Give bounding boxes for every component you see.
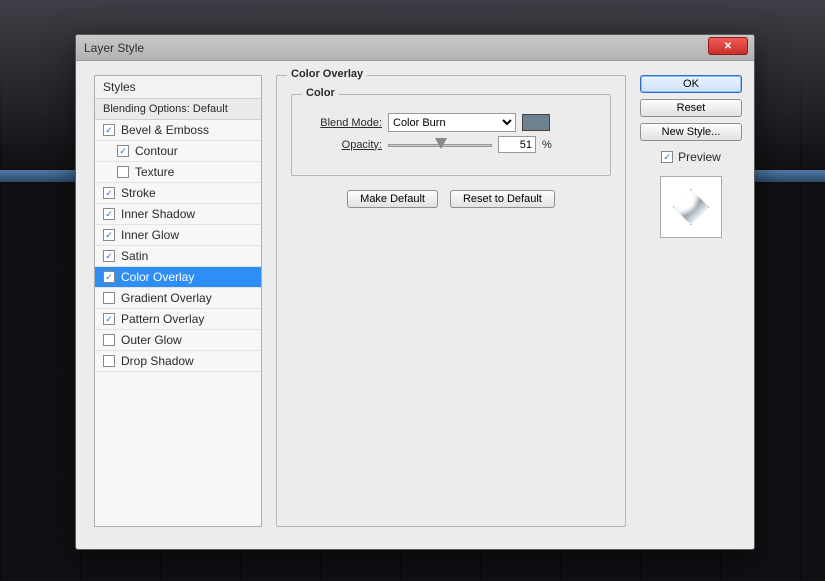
style-item-satin[interactable]: Satin bbox=[95, 246, 261, 267]
style-checkbox[interactable] bbox=[117, 145, 129, 157]
style-item-gradient-overlay[interactable]: Gradient Overlay bbox=[95, 288, 261, 309]
style-checkbox[interactable] bbox=[103, 250, 115, 262]
window-title: Layer Style bbox=[84, 41, 144, 55]
opacity-slider[interactable] bbox=[388, 137, 492, 153]
style-item-pattern-overlay[interactable]: Pattern Overlay bbox=[95, 309, 261, 330]
styles-header[interactable]: Styles bbox=[95, 76, 261, 99]
blend-mode-label: Blend Mode: bbox=[306, 117, 382, 129]
style-item-label: Texture bbox=[135, 165, 174, 179]
opacity-label: Opacity: bbox=[306, 139, 382, 151]
style-item-label: Drop Shadow bbox=[121, 354, 194, 368]
close-icon: ✕ bbox=[724, 41, 732, 52]
style-checkbox[interactable] bbox=[103, 124, 115, 136]
preview-gem-icon bbox=[673, 189, 709, 225]
style-item-inner-glow[interactable]: Inner Glow bbox=[95, 225, 261, 246]
preview-checkbox[interactable] bbox=[661, 151, 673, 163]
color-fieldset-legend: Color bbox=[302, 87, 339, 99]
style-item-label: Contour bbox=[135, 144, 178, 158]
style-item-label: Outer Glow bbox=[121, 333, 182, 347]
style-item-color-overlay[interactable]: Color Overlay bbox=[95, 267, 261, 288]
color-fieldset: Color Blend Mode: Color Burn Opacity: bbox=[291, 94, 611, 176]
opacity-input[interactable] bbox=[498, 136, 536, 153]
overlay-fieldset-legend: Color Overlay bbox=[287, 68, 367, 80]
style-item-outer-glow[interactable]: Outer Glow bbox=[95, 330, 261, 351]
blending-options-row[interactable]: Blending Options: Default bbox=[95, 99, 261, 120]
styles-list: Styles Blending Options: Default Bevel &… bbox=[94, 75, 262, 527]
style-item-inner-shadow[interactable]: Inner Shadow bbox=[95, 204, 261, 225]
slider-thumb[interactable] bbox=[435, 138, 447, 149]
style-item-label: Satin bbox=[121, 249, 148, 263]
reset-to-default-button[interactable]: Reset to Default bbox=[450, 190, 555, 208]
new-style-button[interactable]: New Style... bbox=[640, 123, 742, 141]
style-item-label: Inner Shadow bbox=[121, 207, 195, 221]
style-item-label: Pattern Overlay bbox=[121, 312, 204, 326]
style-item-label: Bevel & Emboss bbox=[121, 123, 209, 137]
titlebar[interactable]: Layer Style ✕ bbox=[76, 35, 754, 61]
opacity-unit: % bbox=[542, 139, 552, 151]
style-item-stroke[interactable]: Stroke bbox=[95, 183, 261, 204]
style-checkbox[interactable] bbox=[103, 334, 115, 346]
color-swatch[interactable] bbox=[522, 114, 550, 131]
reset-button[interactable]: Reset bbox=[640, 99, 742, 117]
preview-label: Preview bbox=[678, 150, 721, 164]
style-item-label: Inner Glow bbox=[121, 228, 179, 242]
style-checkbox[interactable] bbox=[117, 166, 129, 178]
style-item-label: Stroke bbox=[121, 186, 156, 200]
style-item-label: Color Overlay bbox=[121, 270, 194, 284]
make-default-button[interactable]: Make Default bbox=[347, 190, 438, 208]
layer-style-dialog: Layer Style ✕ Styles Blending Options: D… bbox=[75, 34, 755, 550]
style-item-texture[interactable]: Texture bbox=[95, 162, 261, 183]
style-item-bevel-emboss[interactable]: Bevel & Emboss bbox=[95, 120, 261, 141]
style-item-label: Gradient Overlay bbox=[121, 291, 212, 305]
style-checkbox[interactable] bbox=[103, 313, 115, 325]
blend-mode-select[interactable]: Color Burn bbox=[388, 113, 516, 132]
style-checkbox[interactable] bbox=[103, 187, 115, 199]
overlay-fieldset: Color Overlay Color Blend Mode: Color Bu… bbox=[276, 75, 626, 527]
preview-thumbnail bbox=[660, 176, 722, 238]
ok-button[interactable]: OK bbox=[640, 75, 742, 93]
style-checkbox[interactable] bbox=[103, 292, 115, 304]
style-checkbox[interactable] bbox=[103, 355, 115, 367]
style-checkbox[interactable] bbox=[103, 271, 115, 283]
style-item-contour[interactable]: Contour bbox=[95, 141, 261, 162]
style-checkbox[interactable] bbox=[103, 229, 115, 241]
style-checkbox[interactable] bbox=[103, 208, 115, 220]
close-button[interactable]: ✕ bbox=[708, 37, 748, 55]
style-item-drop-shadow[interactable]: Drop Shadow bbox=[95, 351, 261, 372]
